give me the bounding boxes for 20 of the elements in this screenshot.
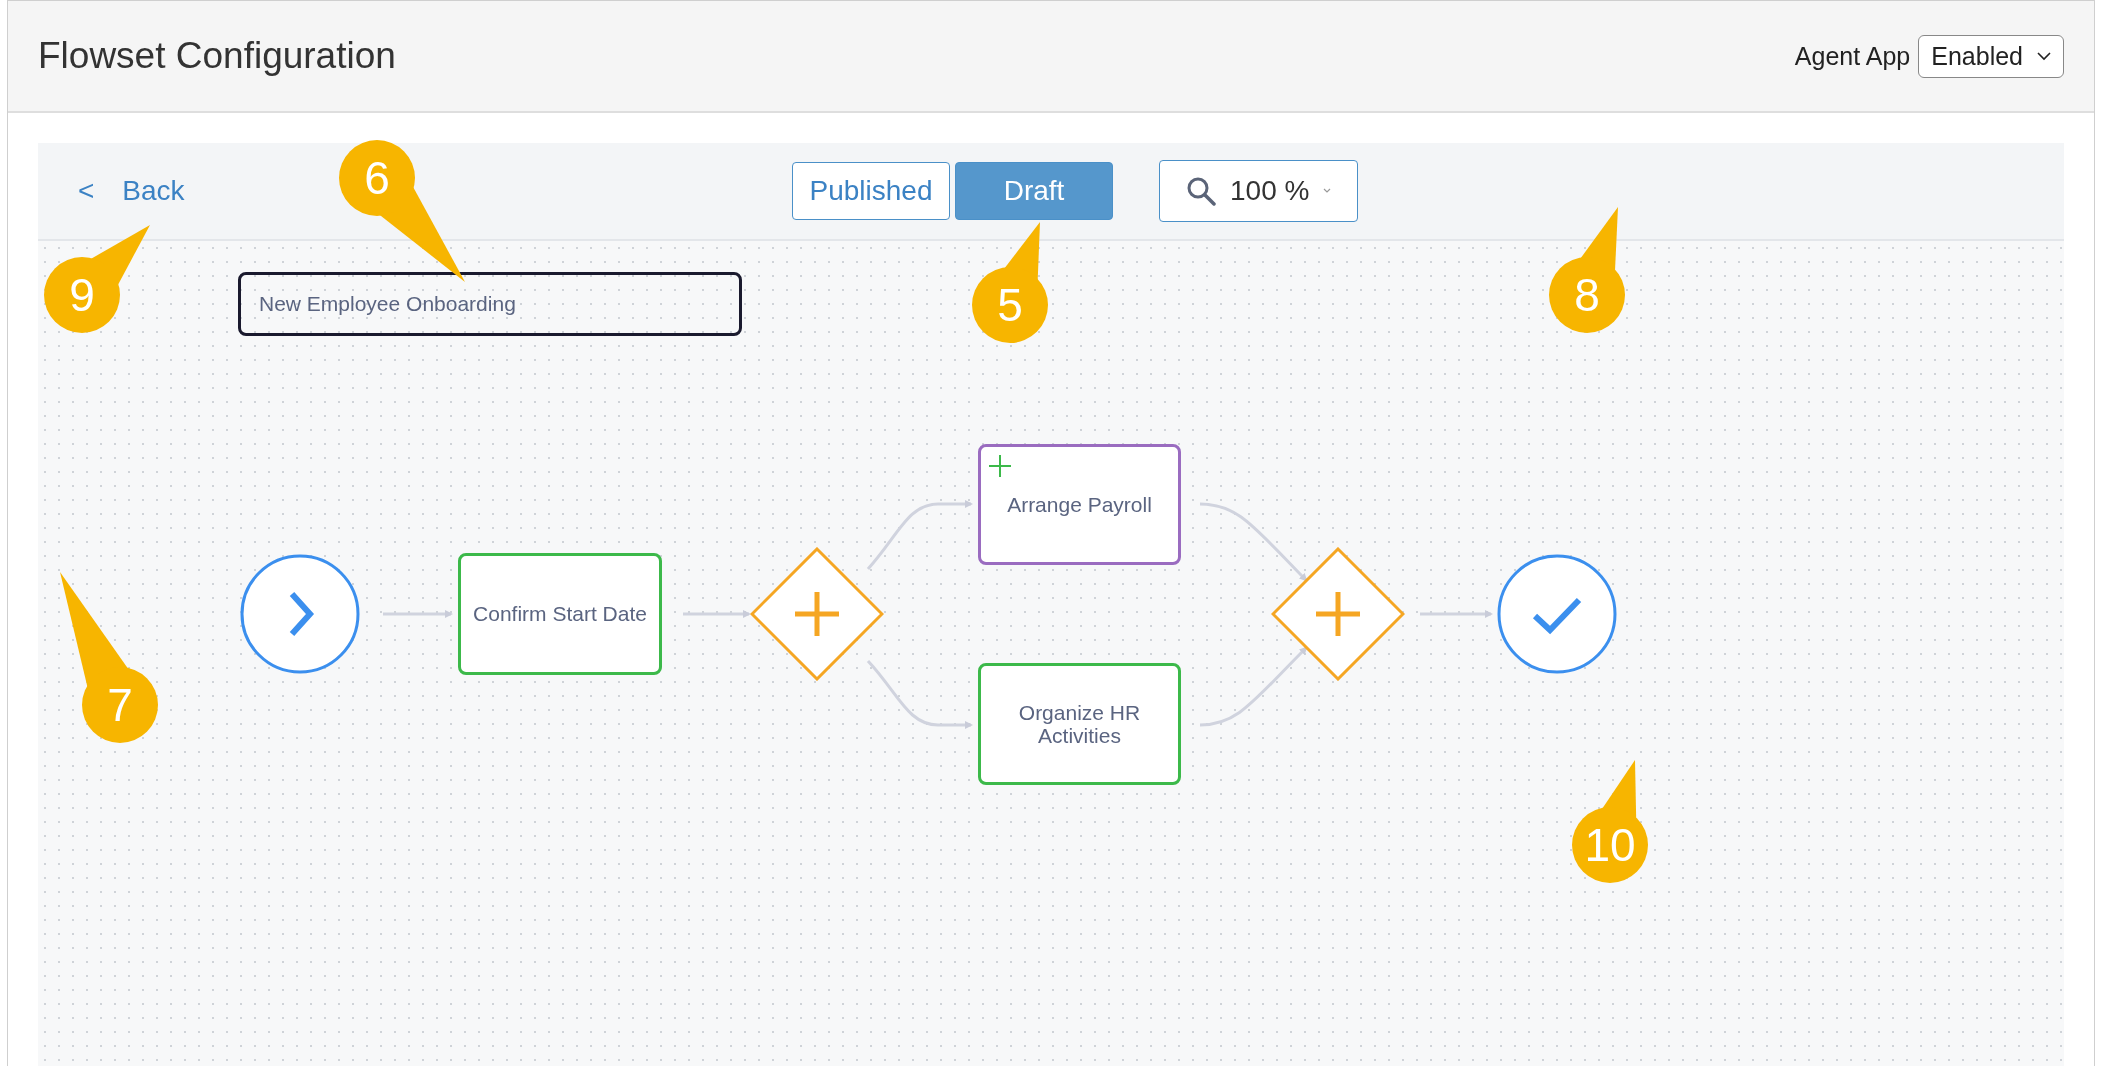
connector-arrow [683, 610, 751, 618]
zoom-control[interactable]: 100 % [1159, 160, 1358, 222]
caret-icon [1323, 188, 1332, 194]
task-node[interactable]: Organize HR Activities [978, 663, 1181, 785]
chevron-down-icon [2037, 51, 2051, 61]
version-tab[interactable]: Published [792, 162, 950, 220]
end-event-icon[interactable] [1497, 554, 1617, 674]
task-node[interactable]: Arrange Payroll [978, 444, 1181, 565]
back-link[interactable]: < Back [78, 175, 185, 207]
connector-arrow [383, 610, 453, 618]
task-node[interactable]: Confirm Start Date [458, 553, 662, 675]
parallel-gateway-icon[interactable] [750, 547, 884, 681]
agent-app-select[interactable]: Enabled [1918, 34, 2064, 78]
page-title: Flowset Configuration [38, 35, 396, 77]
version-tab[interactable]: Draft [955, 162, 1113, 220]
parallel-gateway-icon[interactable] [1271, 547, 1405, 681]
agent-app-label: Agent App [1794, 41, 1911, 71]
flow-name-box: New Employee Onboarding [238, 272, 742, 336]
start-event-icon[interactable] [240, 554, 360, 674]
search-icon [1186, 176, 1216, 206]
